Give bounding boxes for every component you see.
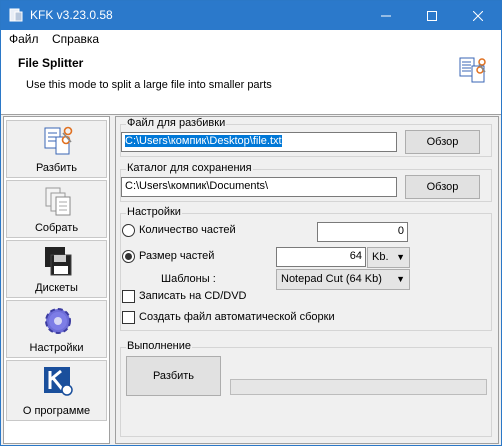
output-dir-input[interactable]: C:\Users\компик\Documents\: [121, 177, 397, 197]
execution-label: Выполнение: [126, 340, 193, 352]
maximize-icon: [427, 10, 437, 21]
file-split-icon: [459, 57, 486, 83]
sidebar-item-split[interactable]: Разбить: [6, 120, 107, 178]
app-icon: [9, 8, 23, 22]
template-select[interactable]: Notepad Cut (64 Kb) ▼: [276, 269, 410, 290]
browse-dir-button[interactable]: Обзор: [405, 175, 480, 199]
size-unit-select[interactable]: Kb. ▼: [367, 247, 410, 268]
split-icon: [44, 126, 73, 155]
sidebar-item-label: О программе: [22, 405, 91, 417]
burn-cd-checkbox[interactable]: [122, 290, 135, 303]
minimize-icon: [381, 15, 391, 16]
merge-icon: [45, 187, 71, 216]
mode-sidebar: Разбить Собрать Дискеты Настройки О прог…: [3, 116, 110, 444]
menu-bar: Файл Справка: [1, 30, 501, 48]
mode-title: File Splitter: [18, 56, 84, 70]
split-button[interactable]: Разбить: [126, 356, 221, 396]
sidebar-item-floppies[interactable]: Дискеты: [6, 240, 107, 298]
auto-assemble-label: Создать файл автоматической сборки: [139, 311, 335, 323]
template-value: Notepad Cut (64 Kb): [281, 273, 382, 285]
chevron-down-icon: ▼: [396, 274, 405, 284]
auto-assemble-checkbox[interactable]: [122, 311, 135, 324]
part-count-label: Количество частей: [139, 224, 236, 236]
split-progress-bar: [230, 379, 487, 395]
chevron-down-icon: ▼: [396, 252, 405, 262]
part-count-radio[interactable]: [122, 224, 135, 237]
sidebar-item-label: Настройки: [29, 342, 84, 354]
output-dir-label: Каталог для сохранения: [126, 162, 253, 174]
sidebar-item-label: Дискеты: [35, 282, 78, 294]
mode-header: File Splitter Use this mode to split a l…: [1, 48, 501, 115]
burn-cd-label: Записать на CD/DVD: [139, 290, 247, 302]
part-count-input[interactable]: 0: [317, 222, 408, 242]
window-title: KFK v3.23.0.58: [30, 8, 113, 22]
close-button[interactable]: [455, 1, 501, 30]
sidebar-item-settings[interactable]: Настройки: [6, 300, 107, 358]
gear-icon: [45, 308, 71, 334]
sidebar-item-label: Разбить: [35, 162, 78, 174]
app-window: KFK v3.23.0.58 Файл Справка File Splitte…: [0, 0, 502, 446]
sidebar-item-merge[interactable]: Собрать: [6, 180, 107, 238]
mode-description: Use this mode to split a large file into…: [26, 79, 272, 91]
settings-label: Настройки: [126, 206, 182, 218]
part-size-label: Размер частей: [139, 250, 215, 262]
templates-label: Шаблоны :: [161, 273, 216, 285]
source-file-label: Файл для разбивки: [126, 117, 227, 129]
close-icon: [473, 10, 483, 21]
title-bar[interactable]: KFK v3.23.0.58: [1, 1, 501, 30]
browse-source-button[interactable]: Обзор: [405, 130, 480, 154]
menu-file[interactable]: Файл: [9, 32, 39, 46]
floppy-disk-icon: [45, 247, 72, 276]
source-file-input[interactable]: C:\Users\компик\Desktop\file.txt: [121, 132, 397, 152]
maximize-button[interactable]: [409, 1, 455, 30]
sidebar-item-about[interactable]: О программе: [6, 360, 107, 421]
menu-help[interactable]: Справка: [52, 32, 99, 46]
size-unit-value: Kb.: [372, 251, 389, 263]
part-size-radio[interactable]: [122, 250, 135, 263]
sidebar-item-label: Собрать: [34, 222, 79, 234]
kfk-logo-icon: [44, 367, 73, 396]
part-size-input[interactable]: 64: [276, 247, 366, 267]
minimize-button[interactable]: [363, 1, 409, 30]
